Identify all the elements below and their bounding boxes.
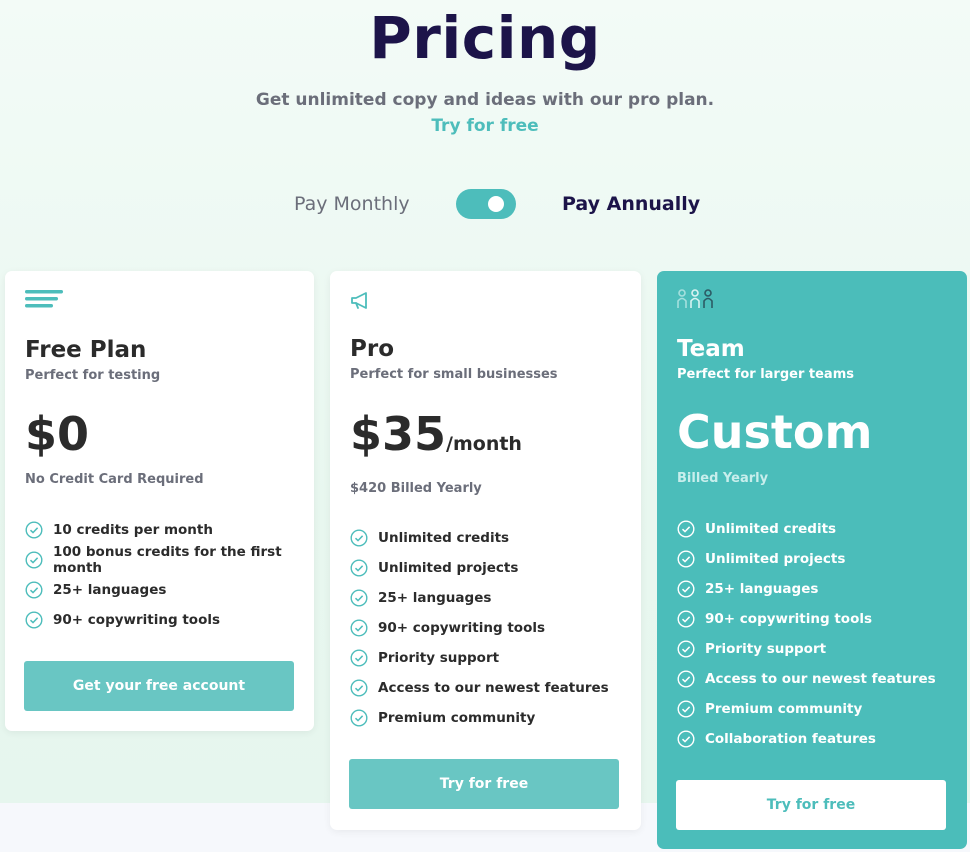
feature-label: 25+ languages [53,582,167,598]
plan-subtitle: Perfect for testing [25,368,161,383]
feature-label: Unlimited credits [705,521,837,537]
list-item: Collaboration features [677,724,936,754]
list-item: Premium community [677,694,936,724]
feature-label: Collaboration features [705,731,876,747]
list-item: Priority support [350,643,609,673]
price-amount: $35 [350,407,447,461]
plan-price: $0 [25,407,89,461]
plan-price: Custom [677,405,872,459]
feature-label: Access to our newest features [705,671,936,687]
billing-toggle-row: Pay Monthly Pay Annually [0,188,970,220]
list-item: 90+ copywriting tools [677,604,936,634]
list-item: Access to our newest features [350,673,609,703]
list-item: Priority support [677,634,936,664]
plan-card-pro: Pro Perfect for small businesses $35/mon… [330,271,641,830]
list-item: Premium community [350,703,609,733]
check-circle-icon [677,520,695,538]
feature-label: Unlimited credits [378,530,510,546]
list-item: Unlimited projects [350,553,609,583]
list-item: 100 bonus credits for the first month [25,544,314,576]
check-circle-icon [350,679,368,697]
check-circle-icon [25,551,43,569]
switch-knob [488,196,504,212]
price-note: No Credit Card Required [25,472,204,487]
feature-list: Unlimited credits Unlimited projects 25+… [677,514,936,754]
page-title: Pricing [369,4,601,72]
feature-list: Unlimited credits Unlimited projects 25+… [350,523,609,733]
list-item: 25+ languages [350,583,609,613]
plan-name: Team [677,336,745,362]
feature-label: Priority support [705,641,827,657]
megaphone-icon [350,291,374,315]
price-note: Billed Yearly [677,471,769,486]
plan-subtitle: Perfect for larger teams [677,367,854,382]
list-item: Unlimited credits [350,523,609,553]
check-circle-icon [350,709,368,727]
check-circle-icon [350,619,368,637]
pay-monthly-label[interactable]: Pay Monthly [294,193,410,215]
check-circle-icon [350,529,368,547]
list-item: 90+ copywriting tools [25,605,314,635]
check-circle-icon [25,521,43,539]
feature-label: 25+ languages [378,590,492,606]
list-item: 90+ copywriting tools [350,613,609,643]
pay-annually-label[interactable]: Pay Annually [562,193,700,215]
try-for-free-button[interactable]: Try for free [676,780,946,830]
menu-lines-icon [25,289,65,315]
check-circle-icon [677,700,695,718]
feature-label: 90+ copywriting tools [378,620,546,636]
price-note: $420 Billed Yearly [350,481,482,496]
feature-list: 10 credits per month 100 bonus credits f… [25,515,314,635]
billing-period-switch[interactable] [456,189,516,219]
check-circle-icon [677,640,695,658]
plan-card-free: Free Plan Perfect for testing $0 No Cred… [5,271,314,731]
feature-label: Premium community [378,710,536,726]
plan-card-team: Team Perfect for larger teams Custom Bil… [657,271,967,849]
feature-label: Premium community [705,701,863,717]
check-circle-icon [350,589,368,607]
feature-label: 10 credits per month [53,522,213,538]
list-item: Unlimited projects [677,544,936,574]
plan-name: Free Plan [25,337,147,363]
feature-label: 90+ copywriting tools [53,612,221,628]
get-free-account-button[interactable]: Get your free account [24,661,294,711]
price-amount: Custom [677,405,873,459]
plan-name: Pro [350,336,395,362]
try-for-free-button[interactable]: Try for free [349,759,619,809]
list-item: Access to our newest features [677,664,936,694]
list-item: 25+ languages [677,574,936,604]
feature-label: Access to our newest features [378,680,609,696]
check-circle-icon [350,649,368,667]
check-circle-icon [677,610,695,628]
check-circle-icon [677,730,695,748]
check-circle-icon [677,580,695,598]
team-people-icon [677,289,717,315]
list-item: 25+ languages [25,575,314,605]
page-subtitle: Get unlimited copy and ideas with our pr… [255,90,715,110]
feature-label: Unlimited projects [705,551,846,567]
plan-subtitle: Perfect for small businesses [350,367,558,382]
list-item: Unlimited credits [677,514,936,544]
list-item: 10 credits per month [25,515,314,545]
feature-label: Unlimited projects [378,560,519,576]
plan-price: $35/month [350,407,522,461]
price-unit: /month [446,433,522,455]
feature-label: 25+ languages [705,581,819,597]
feature-label: Priority support [378,650,500,666]
try-for-free-link[interactable]: Try for free [0,116,970,136]
price-amount: $0 [25,407,90,461]
check-circle-icon [25,611,43,629]
feature-label: 90+ copywriting tools [705,611,873,627]
check-circle-icon [350,559,368,577]
feature-label: 100 bonus credits for the first month [53,544,282,576]
check-circle-icon [25,581,43,599]
check-circle-icon [677,670,695,688]
check-circle-icon [677,550,695,568]
